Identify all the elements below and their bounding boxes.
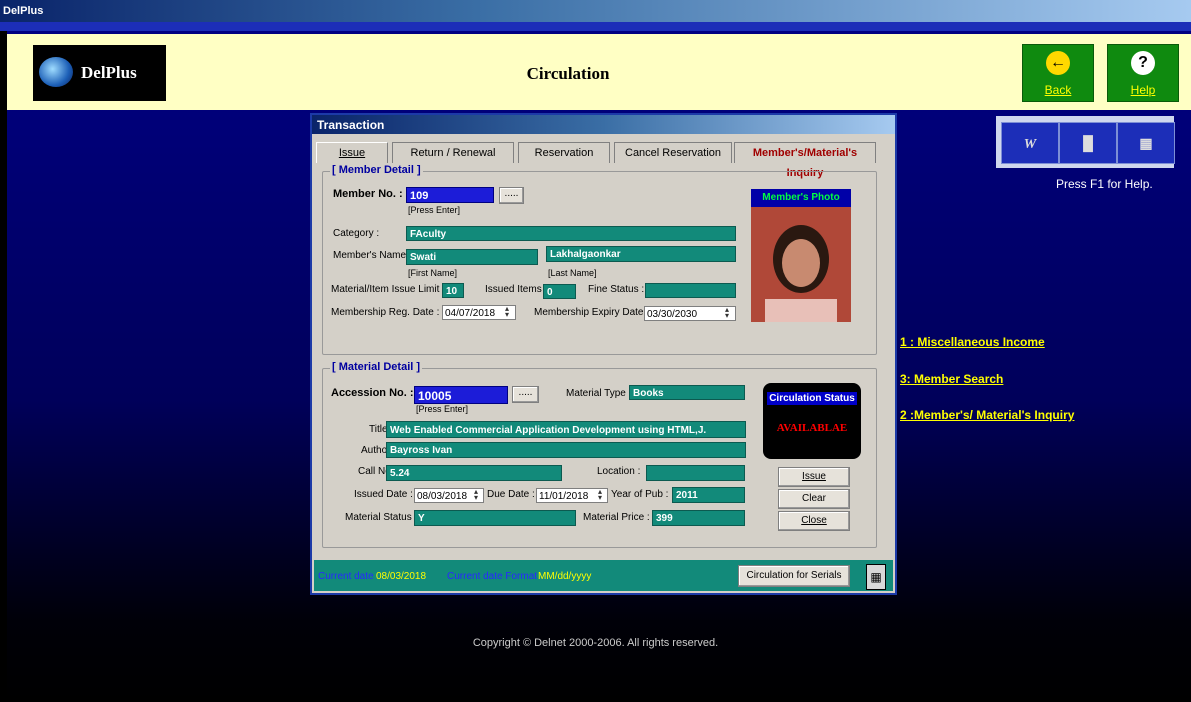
word-tool-button[interactable]: W xyxy=(1001,122,1059,164)
member-photo xyxy=(751,189,851,322)
accession-no-input[interactable]: 10005 xyxy=(414,386,508,404)
current-date-value: 08/03/2018 xyxy=(376,571,427,582)
first-name-field: Swati xyxy=(406,249,538,265)
accession-lookup-button[interactable]: ..... xyxy=(512,386,539,403)
delplus-logo: DelPlus xyxy=(33,45,166,101)
globe-icon xyxy=(39,57,73,87)
issued-date-value: 08/03/2018 xyxy=(417,491,468,502)
link-member-search[interactable]: 3: Member Search xyxy=(900,372,1003,386)
material-status-label: Material Status : xyxy=(345,512,418,523)
issue-limit-field: 10 xyxy=(442,283,464,298)
expiry-date-spinner-icon[interactable]: ▴ ▾ xyxy=(721,306,733,320)
expiry-date-picker[interactable]: 03/30/2030 ▴ ▾ xyxy=(644,306,736,321)
f1-help-hint: Press F1 for Help. xyxy=(1056,177,1153,191)
issued-items-label: Issued Items : xyxy=(485,284,548,295)
dialog-title: Transaction xyxy=(317,118,385,132)
location-field xyxy=(646,465,745,481)
material-status-field: Y xyxy=(414,510,576,526)
material-type-label: Material Type : xyxy=(566,388,632,399)
link-member-material-inquiry[interactable]: 2 :Member's/ Material's Inquiry xyxy=(900,408,1074,422)
due-date-label: Due Date : xyxy=(487,489,535,500)
due-date-spinner-icon[interactable]: ▴ ▾ xyxy=(594,488,606,502)
back-button-label: Back xyxy=(1044,83,1072,97)
circulation-for-serials-button[interactable]: Circulation for Serials xyxy=(738,565,850,587)
tab-issue[interactable]: Issue xyxy=(316,142,388,163)
material-price-field: 399 xyxy=(652,510,745,526)
title-field: Web Enabled Commercial Application Devel… xyxy=(386,421,746,438)
year-of-pub-label: Year of Pub : xyxy=(611,489,669,500)
books-icon: ▐▌ xyxy=(1078,135,1098,151)
back-arrow-icon: ← xyxy=(1046,51,1070,75)
reg-date-picker[interactable]: 04/07/2018 ▴ ▾ xyxy=(442,305,516,320)
author-field: Bayross Ivan xyxy=(386,442,746,458)
issue-button[interactable]: Issue xyxy=(778,467,850,487)
first-name-hint: [First Name] xyxy=(408,268,458,278)
help-button-label: Help xyxy=(1130,83,1156,97)
issue-limit-label: Material/Item Issue Limit : xyxy=(331,284,445,295)
material-detail-label: [ Material Detail ] xyxy=(330,361,423,373)
logo-text: DelPlus xyxy=(81,63,137,82)
tab-member-material-inquiry[interactable]: Member's/Material's Inquiry xyxy=(734,142,876,179)
date-format-label: Current date Format xyxy=(447,571,538,582)
title-strip xyxy=(0,22,1191,31)
help-button[interactable]: ? Help xyxy=(1107,44,1179,102)
issued-date-picker[interactable]: 08/03/2018 ▴ ▾ xyxy=(414,488,484,503)
current-date-label: Current date xyxy=(318,571,374,582)
tab-reservation[interactable]: Reservation xyxy=(518,142,610,163)
reg-date-label: Membership Reg. Date : xyxy=(331,307,440,318)
issued-date-label: Issued Date : xyxy=(354,489,413,500)
books-tool-button[interactable]: ▐▌ xyxy=(1059,122,1117,164)
link-miscellaneous-income[interactable]: 1 : Miscellaneous Income xyxy=(900,335,1045,349)
reg-date-value: 04/07/2018 xyxy=(445,308,496,319)
member-no-input[interactable]: 109 xyxy=(406,187,494,203)
reg-date-spinner-icon[interactable]: ▴ ▾ xyxy=(501,305,513,319)
calculator-icon: ▦ xyxy=(1139,135,1153,151)
issued-date-spinner-icon[interactable]: ▴ ▾ xyxy=(470,488,482,502)
window-title: DelPlus xyxy=(3,5,44,17)
due-date-value: 11/01/2018 xyxy=(539,491,589,502)
accession-press-enter-hint: [Press Enter] xyxy=(416,404,469,414)
category-field: FAculty xyxy=(406,226,736,241)
page-title: Circulation xyxy=(526,64,610,83)
member-detail-label: [ Member Detail ] xyxy=(330,164,423,176)
year-of-pub-field: 2011 xyxy=(672,487,745,503)
close-button[interactable]: Close xyxy=(778,511,850,531)
material-type-field: Books xyxy=(629,385,745,400)
category-label: Category : xyxy=(333,228,380,239)
member-no-label: Member No. : xyxy=(333,188,403,200)
tab-cancel-reservation[interactable]: Cancel Reservation xyxy=(614,142,732,163)
member-name-label: Member's Name: xyxy=(333,250,409,261)
last-name-field: Lakhalgaonkar xyxy=(546,246,736,262)
location-label: Location : xyxy=(597,466,641,477)
issued-items-field: 0 xyxy=(543,284,576,299)
help-icon: ? xyxy=(1131,51,1155,75)
copyright-text: Copyright © Delnet 2000-2006. All rights… xyxy=(472,637,719,649)
clear-button[interactable]: Clear xyxy=(778,489,850,509)
tab-return-renewal[interactable]: Return / Renewal xyxy=(392,142,514,163)
member-press-enter-hint: [Press Enter] xyxy=(408,205,461,215)
member-photo-label: Member's Photo xyxy=(751,189,851,207)
call-no-field: 5.24 xyxy=(386,465,562,481)
expiry-date-value: 03/30/2030 xyxy=(647,309,698,320)
fine-status-label: Fine Status : xyxy=(588,284,645,295)
member-lookup-button[interactable]: ..... xyxy=(499,187,524,204)
date-format-value: MM/dd/yyyy xyxy=(538,571,592,582)
accession-no-label: Accession No. : xyxy=(331,387,414,399)
last-name-hint: [Last Name] xyxy=(548,268,597,278)
dialog-titlebar: Transaction xyxy=(312,115,895,134)
calculator-tool-button[interactable]: ▦ xyxy=(1117,122,1175,164)
material-price-label: Material Price : xyxy=(583,512,650,523)
window-titlebar: DelPlus xyxy=(0,0,1191,22)
member-portrait-icon xyxy=(751,189,851,322)
expiry-date-label: Membership Expiry Date : xyxy=(534,307,650,318)
due-date-picker[interactable]: 11/01/2018 ▴ ▾ xyxy=(536,488,608,503)
back-button[interactable]: ← Back xyxy=(1022,44,1094,102)
word-icon: W xyxy=(1023,137,1037,152)
circulation-status-value: AVAILABLAE xyxy=(776,422,848,434)
circulation-status-label: Circulation Status xyxy=(767,392,857,405)
fine-status-field xyxy=(645,283,736,298)
footer-calculator-icon[interactable]: ▦ xyxy=(866,564,886,590)
